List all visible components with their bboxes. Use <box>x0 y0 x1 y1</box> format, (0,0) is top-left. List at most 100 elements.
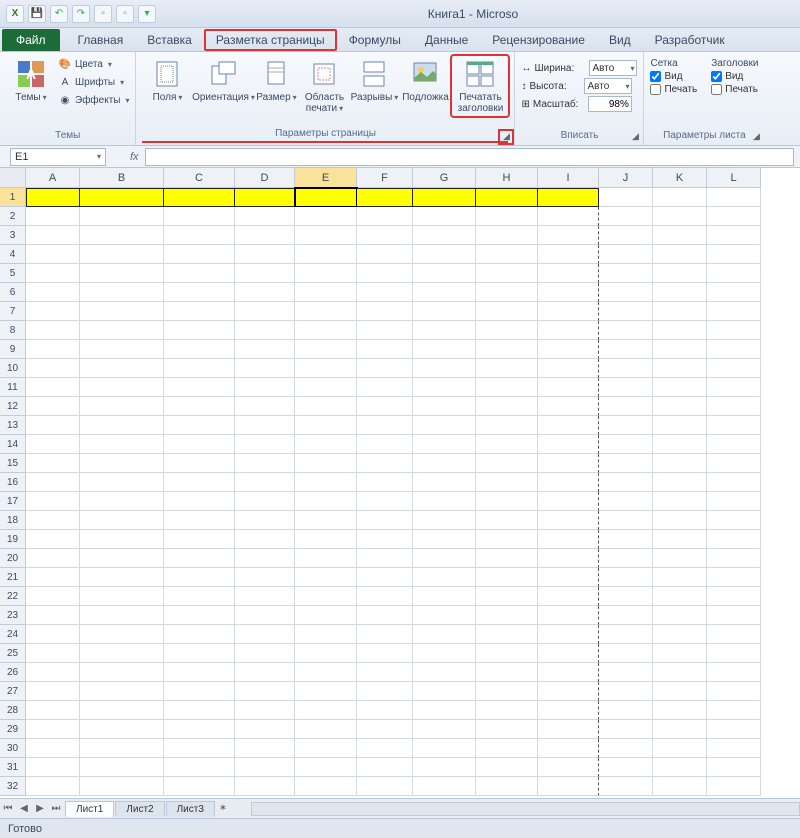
row-header-19[interactable]: 19 <box>0 530 26 549</box>
cell-F30[interactable] <box>357 739 413 758</box>
cell-F4[interactable] <box>357 245 413 264</box>
cell-K10[interactable] <box>653 359 707 378</box>
sheet-tab-2[interactable]: Лист2 <box>115 801 164 817</box>
cell-H2[interactable] <box>476 207 538 226</box>
cell-F12[interactable] <box>357 397 413 416</box>
row-header-27[interactable]: 27 <box>0 682 26 701</box>
cell-C26[interactable] <box>164 663 235 682</box>
cell-I1[interactable] <box>538 188 599 207</box>
cell-I18[interactable] <box>538 511 599 530</box>
cell-J6[interactable] <box>599 283 653 302</box>
cell-B3[interactable] <box>80 226 164 245</box>
cell-J27[interactable] <box>599 682 653 701</box>
cell-F28[interactable] <box>357 701 413 720</box>
cell-F13[interactable] <box>357 416 413 435</box>
cell-G27[interactable] <box>413 682 476 701</box>
gridlines-print-checkbox[interactable]: Печать <box>650 84 697 95</box>
cell-K1[interactable] <box>653 188 707 207</box>
cell-I25[interactable] <box>538 644 599 663</box>
qat-icon[interactable]: ▫ <box>94 5 112 23</box>
tab-review[interactable]: Рецензирование <box>480 29 597 51</box>
sheet-launcher[interactable]: ◢ <box>750 131 762 143</box>
cell-I4[interactable] <box>538 245 599 264</box>
cell-A32[interactable] <box>26 777 80 796</box>
cell-I29[interactable] <box>538 720 599 739</box>
cell-J8[interactable] <box>599 321 653 340</box>
cell-F24[interactable] <box>357 625 413 644</box>
cell-J21[interactable] <box>599 568 653 587</box>
cell-J4[interactable] <box>599 245 653 264</box>
cell-H3[interactable] <box>476 226 538 245</box>
sheet-nav-prev[interactable]: ◀ <box>16 803 32 814</box>
cell-H25[interactable] <box>476 644 538 663</box>
cell-I31[interactable] <box>538 758 599 777</box>
cell-A3[interactable] <box>26 226 80 245</box>
cell-F23[interactable] <box>357 606 413 625</box>
cell-B22[interactable] <box>80 587 164 606</box>
cell-F14[interactable] <box>357 435 413 454</box>
cell-E29[interactable] <box>295 720 357 739</box>
cell-G19[interactable] <box>413 530 476 549</box>
cell-D22[interactable] <box>235 587 295 606</box>
themes-button[interactable]: A Темы▾ <box>6 56 56 105</box>
cell-L30[interactable] <box>707 739 761 758</box>
cell-I15[interactable] <box>538 454 599 473</box>
row-header-5[interactable]: 5 <box>0 264 26 283</box>
cell-G31[interactable] <box>413 758 476 777</box>
cell-E13[interactable] <box>295 416 357 435</box>
cell-D8[interactable] <box>235 321 295 340</box>
cell-F27[interactable] <box>357 682 413 701</box>
column-header-F[interactable]: F <box>357 168 413 188</box>
cell-H9[interactable] <box>476 340 538 359</box>
save-icon[interactable]: 💾 <box>28 5 46 23</box>
cell-D27[interactable] <box>235 682 295 701</box>
cell-I14[interactable] <box>538 435 599 454</box>
gridlines-view-checkbox[interactable]: Вид <box>650 71 697 82</box>
cell-I23[interactable] <box>538 606 599 625</box>
cell-F5[interactable] <box>357 264 413 283</box>
cell-E21[interactable] <box>295 568 357 587</box>
row-header-2[interactable]: 2 <box>0 207 26 226</box>
cell-A15[interactable] <box>26 454 80 473</box>
cell-E12[interactable] <box>295 397 357 416</box>
cell-C20[interactable] <box>164 549 235 568</box>
cell-I7[interactable] <box>538 302 599 321</box>
width-combo[interactable]: Авто▾ <box>589 60 637 76</box>
row-header-21[interactable]: 21 <box>0 568 26 587</box>
breaks-button[interactable]: Разрывы▾ <box>350 56 398 105</box>
cell-E19[interactable] <box>295 530 357 549</box>
cell-B16[interactable] <box>80 473 164 492</box>
cell-F1[interactable] <box>357 188 413 207</box>
cell-A27[interactable] <box>26 682 80 701</box>
cell-C12[interactable] <box>164 397 235 416</box>
cell-K28[interactable] <box>653 701 707 720</box>
cell-I30[interactable] <box>538 739 599 758</box>
qat-icon[interactable]: ▫ <box>116 5 134 23</box>
cell-C18[interactable] <box>164 511 235 530</box>
cell-F7[interactable] <box>357 302 413 321</box>
cell-C28[interactable] <box>164 701 235 720</box>
cell-J14[interactable] <box>599 435 653 454</box>
cell-L11[interactable] <box>707 378 761 397</box>
cell-F22[interactable] <box>357 587 413 606</box>
cell-I11[interactable] <box>538 378 599 397</box>
cell-L7[interactable] <box>707 302 761 321</box>
cell-A22[interactable] <box>26 587 80 606</box>
row-header-16[interactable]: 16 <box>0 473 26 492</box>
cell-B19[interactable] <box>80 530 164 549</box>
cell-G16[interactable] <box>413 473 476 492</box>
cell-K26[interactable] <box>653 663 707 682</box>
cell-D5[interactable] <box>235 264 295 283</box>
cell-K27[interactable] <box>653 682 707 701</box>
cell-C31[interactable] <box>164 758 235 777</box>
cell-J26[interactable] <box>599 663 653 682</box>
print-titles-button[interactable]: Печатать заголовки <box>452 56 508 116</box>
cell-C16[interactable] <box>164 473 235 492</box>
tab-formulas[interactable]: Формулы <box>337 29 413 51</box>
cell-F18[interactable] <box>357 511 413 530</box>
cell-C4[interactable] <box>164 245 235 264</box>
cell-D3[interactable] <box>235 226 295 245</box>
cell-L10[interactable] <box>707 359 761 378</box>
row-header-20[interactable]: 20 <box>0 549 26 568</box>
cell-H32[interactable] <box>476 777 538 796</box>
